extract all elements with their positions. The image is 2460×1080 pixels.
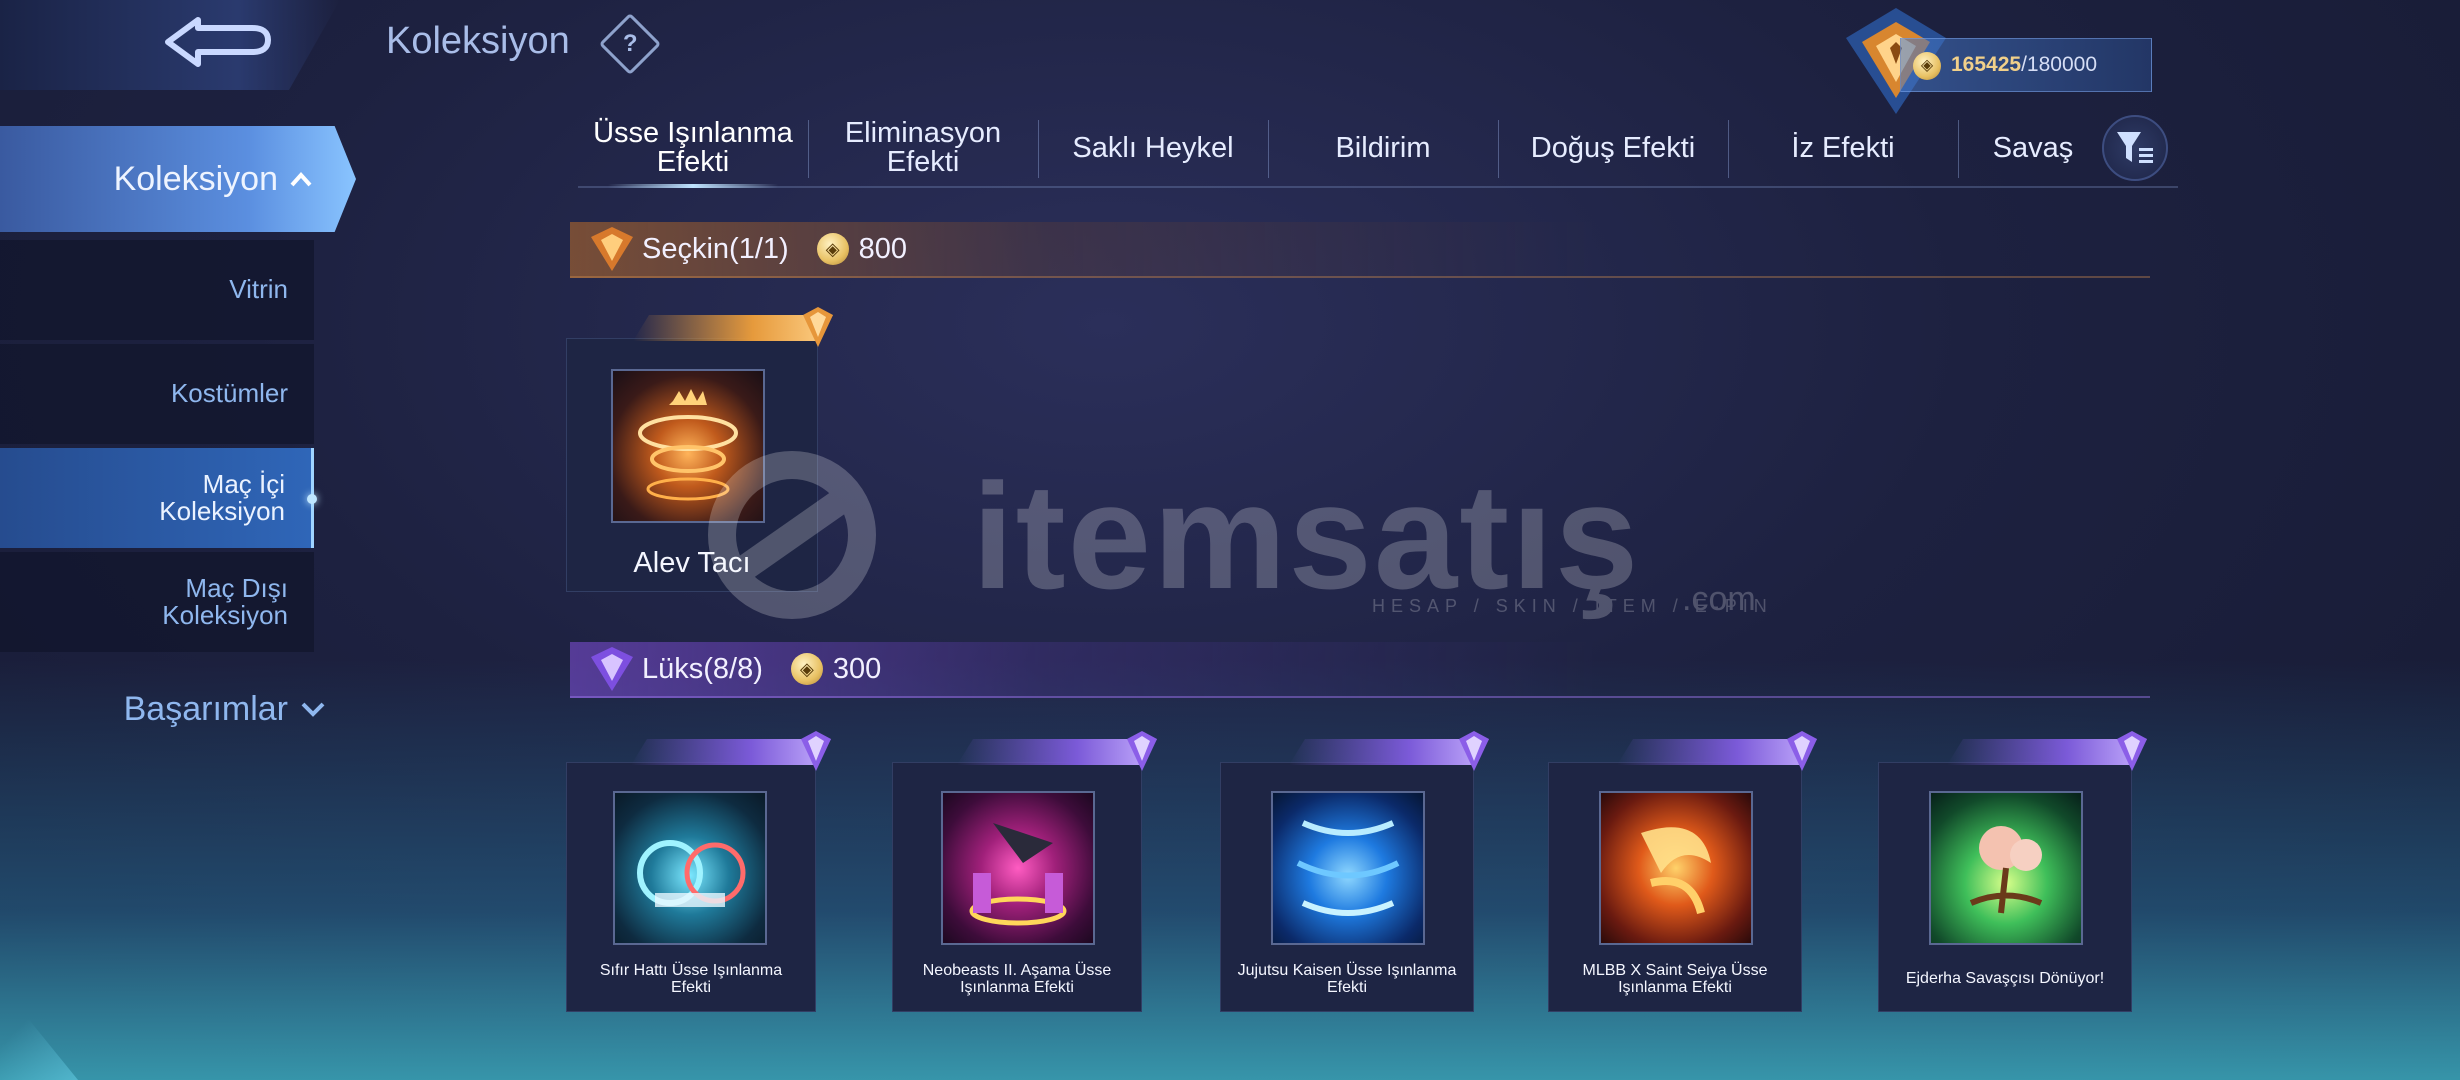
sidebar-item-label: Kostümler	[170, 378, 288, 409]
background-shard	[0, 984, 78, 1080]
item-name: Sıfır Hattı Üsse Işınlanma Efekti	[567, 962, 815, 997]
watermark-domain: .com	[1682, 580, 1756, 618]
tab-dogus-efekti[interactable]: Doğuş Efekti	[1498, 110, 1728, 186]
item-thumbnail	[941, 791, 1095, 945]
tab-label: Savaş	[1992, 131, 2074, 164]
luxury-tier-icon	[591, 647, 633, 691]
section-points: 800	[858, 232, 908, 265]
back-button[interactable]	[0, 0, 340, 90]
collection-card-alev-taci[interactable]: Alev Tacı	[566, 307, 833, 592]
luxury-gem-icon	[801, 731, 831, 771]
collection-card-neobeasts[interactable]: Neobeasts II. Aşama Üsse Işınlanma Efekt…	[892, 731, 1157, 1012]
luxury-gem-icon	[2117, 731, 2147, 771]
item-thumbnail	[1599, 791, 1753, 945]
neobeasts-art	[969, 823, 1067, 926]
collection-card-saint-seiya[interactable]: MLBB X Saint Seiya Üsse Işınlanma Efekti	[1548, 731, 1817, 1012]
chevron-up-icon	[290, 172, 312, 187]
battle-point-coin-icon: ◈	[816, 233, 849, 265]
item-thumbnail	[1929, 791, 2083, 945]
saint-seiya-art	[1641, 827, 1711, 915]
item-name-line: Işınlanma Efekti	[1618, 978, 1732, 996]
sidebar-item-kostumler[interactable]: Kostümler	[0, 344, 314, 444]
item-name: MLBB X Saint Seiya Üsse Işınlanma Efekti	[1549, 962, 1801, 997]
item-thumbnail	[611, 369, 765, 523]
collection-card-sifir-hatti[interactable]: Sıfır Hattı Üsse Işınlanma Efekti	[566, 731, 831, 1012]
luxury-gem-icon	[1127, 731, 1157, 771]
section-label: Lüks(8/8)	[642, 652, 763, 685]
item-name: Jujutsu Kaisen Üsse Işınlanma Efekti	[1221, 962, 1473, 997]
help-symbol: ?	[622, 29, 638, 57]
tab-label: İz Efekti	[1791, 131, 1895, 164]
section-header-elite: Seçkin(1/1) ◈ 800	[570, 222, 2150, 278]
tab-label: Doğuş Efekti	[1530, 131, 1696, 164]
page-title: Koleksiyon	[386, 20, 570, 62]
tab-bildirim[interactable]: Bildirim	[1268, 110, 1498, 186]
sidebar-item-mac-ici-koleksiyon[interactable]: Maç İçi Koleksiyon	[0, 448, 317, 548]
luxury-gem-icon	[1459, 731, 1489, 771]
battle-points-display: ◈ 165425/180000	[1900, 38, 2152, 92]
section-header-luxury: Lüks(8/8) ◈ 300	[570, 642, 2150, 698]
sidebar-item-label: Başarımlar	[123, 689, 288, 728]
tab-label: Üsse Işınlanma	[593, 117, 793, 149]
sidebar-item-koleksiyon[interactable]: Koleksiyon	[0, 126, 356, 232]
section-points: 300	[832, 652, 882, 685]
item-name-line: Neobeasts II. Aşama Üsse	[922, 962, 1112, 979]
tab-usse-isinlanma-efekti[interactable]: Üsse Işınlanma Efekti	[578, 110, 808, 188]
luxury-gem-icon	[1787, 731, 1817, 771]
item-name: Alev Tacı	[633, 547, 751, 579]
item-thumbnail	[1271, 791, 1425, 945]
tab-eliminasyon-efekti[interactable]: Eliminasyon Efekti	[808, 110, 1038, 186]
item-name-line: Sıfır Hattı Üsse Işınlanma	[599, 962, 783, 979]
watermark-text: itemsatış	[972, 452, 1641, 620]
item-name-line: Efekti	[670, 978, 711, 996]
tab-label: Efekti	[886, 146, 960, 178]
tab-label: Saklı Heykel	[1072, 131, 1234, 164]
sidebar-item-label: Maç Dışı	[185, 572, 288, 603]
sidebar-main-label: Koleksiyon	[113, 159, 278, 198]
collection-card-ejderha-savascisi[interactable]: Ejderha Savaşçısı Dönüyor!	[1878, 731, 2147, 1012]
sidebar-item-label: Maç İçi	[202, 468, 285, 499]
item-name-line: Ejderha Savaşçısı Dönüyor!	[1905, 970, 2105, 987]
tab-label: Eliminasyon	[844, 117, 1002, 149]
item-name-line: MLBB X Saint Seiya Üsse	[1582, 962, 1768, 979]
sidebar-item-vitrin[interactable]: Vitrin	[0, 240, 314, 340]
points-max: 180000	[2026, 53, 2097, 76]
battle-point-coin-icon: ◈	[1913, 52, 1941, 80]
item-thumbnail	[613, 791, 767, 945]
flame-crown-art	[638, 389, 738, 501]
battle-point-coin-icon: ◈	[790, 653, 823, 685]
sidebar-item-label: Vitrin	[229, 274, 288, 305]
item-name-line: Efekti	[1326, 978, 1367, 996]
tab-iz-efekti[interactable]: İz Efekti	[1728, 110, 1958, 186]
filter-button[interactable]	[2102, 115, 2168, 181]
category-tabs: Üsse Işınlanma Efekti Eliminasyon Efekti S…	[578, 110, 2178, 188]
jujutsu-art	[1296, 820, 1400, 916]
item-name: Ejderha Savaşçısı Dönüyor!	[1879, 970, 2131, 988]
zero-line-art	[637, 840, 746, 907]
tab-label: Efekti	[656, 146, 730, 178]
sidebar-item-label: Koleksiyon	[159, 496, 285, 526]
points-current: 165425	[1951, 53, 2022, 76]
back-arrow-icon	[165, 17, 271, 67]
section-label: Seçkin(1/1)	[642, 232, 789, 265]
watermark-subtext: HESAP / SKIN / ITEM / E-PIN	[1372, 596, 1773, 616]
chevron-down-icon	[301, 702, 325, 717]
tab-sakli-heykel[interactable]: Saklı Heykel	[1038, 110, 1268, 186]
item-name: Neobeasts II. Aşama Üsse Işınlanma Efekt…	[893, 962, 1141, 997]
item-name-line: Jujutsu Kaisen Üsse Işınlanma	[1237, 962, 1457, 979]
watermark: itemsatış HESAP / SKIN / ITEM / E-PIN .c…	[672, 450, 1802, 620]
sidebar-item-label: Koleksiyon	[162, 600, 288, 630]
question-diamond-icon[interactable]: ?	[598, 12, 662, 76]
sidebar-item-basarimlar[interactable]: Başarımlar	[0, 684, 330, 734]
elite-tier-icon	[591, 227, 633, 271]
tab-savas[interactable]: Savaş	[1958, 110, 2108, 186]
collection-card-jujutsu-kaisen[interactable]: Jujutsu Kaisen Üsse Işınlanma Efekti	[1220, 731, 1489, 1012]
dragon-warrior-art	[1969, 826, 2043, 914]
filter-icon	[2117, 132, 2153, 163]
elite-gem-icon	[803, 307, 833, 347]
tab-label: Bildirim	[1335, 131, 1431, 164]
item-name-line: Işınlanma Efekti	[960, 978, 1074, 996]
sidebar-item-mac-disi-koleksiyon[interactable]: Maç Dışı Koleksiyon	[0, 552, 314, 652]
